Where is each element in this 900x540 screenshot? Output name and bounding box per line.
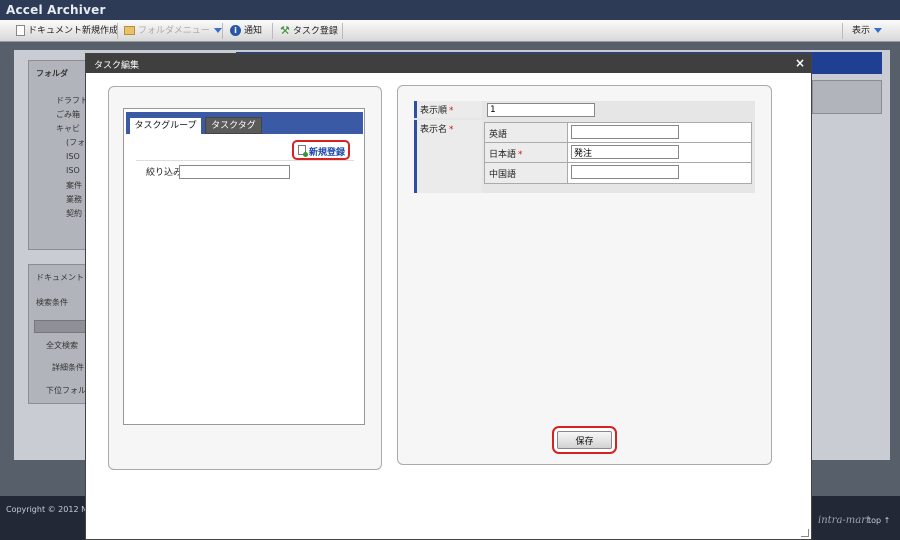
close-icon[interactable]: × [795,56,805,70]
tree-item[interactable]: (フォ [66,137,85,148]
new-document-button[interactable]: ドキュメント新規作成 [16,20,118,42]
tree-item[interactable]: 案件 [66,180,82,191]
document-icon [16,25,25,36]
new-register-label: 新規登録 [309,148,346,158]
dialog-titlebar[interactable]: タスク編集 × [86,54,811,73]
folder-menu-button[interactable]: フォルダメニュー [124,20,222,42]
task-form-panel: 表示順* 表示名* 英語 日本語* 中国語 保存 [397,85,772,465]
brand-logo: intra-mart [818,515,871,526]
display-name-label: 表示名 * [414,120,482,193]
search-input[interactable] [34,320,86,333]
filter-input[interactable] [179,165,290,179]
required-mark: * [449,106,454,116]
chinese-name-input[interactable] [571,165,679,179]
chevron-down-icon [213,28,222,33]
japanese-name-input[interactable] [571,145,679,159]
order-input[interactable] [487,103,595,117]
task-edit-dialog: タスク編集 × タスクグループ タスクタグ 新規登録 絞り込み 表示順* 表示名… [85,53,812,540]
tab-task-tag[interactable]: タスクタグ [205,117,262,134]
tab-task-group[interactable]: タスクグループ [129,117,202,134]
tab-bar: タスクグループ タスクタグ [126,112,363,134]
app-titlebar: Accel Archiver [0,0,900,20]
tree-item[interactable]: ISO [66,166,80,175]
tab-container: タスクグループ タスクタグ 新規登録 絞り込み [123,108,365,425]
tree-item[interactable]: ISO [66,152,80,161]
english-name-input[interactable] [571,125,679,139]
search-conditions-label: 検索条件 [36,298,68,307]
lang-label-chinese: 中国語 [485,163,568,183]
resize-handle[interactable] [801,529,809,537]
required-mark: * [518,150,523,160]
info-icon: i [230,25,241,36]
task-register-button[interactable]: ⚒ タスク登録 [280,20,338,42]
document-panel-header: ドキュメント [36,273,84,282]
save-button[interactable]: 保存 [557,431,612,449]
tree-item[interactable]: ごみ箱 [56,109,80,120]
view-menu-button[interactable]: 表示 [852,20,883,42]
document-panel [28,264,88,404]
dialog-title: タスク編集 [94,61,140,71]
lang-label-japanese: 日本語 * [485,143,568,163]
wrench-icon: ⚒ [280,24,290,37]
order-label: 表示順 * [414,101,482,118]
main-toolbar: ドキュメント新規作成 フォルダメニュー i 通知 ⚒ タスク登録 表示 [0,20,900,42]
fulltext-label[interactable]: 全文検索 [46,340,78,351]
folder-icon [124,26,135,35]
lang-label-english: 英語 [485,123,568,143]
new-register-button[interactable]: 新規登録 [292,140,350,160]
required-mark: * [449,125,454,135]
detail-conditions-button[interactable]: 詳細条件 [52,362,84,373]
save-button-highlight: 保存 [552,426,617,454]
right-panel [812,80,882,114]
task-list-panel: タスクグループ タスクタグ 新規登録 絞り込み [108,86,382,470]
copyright-text: Copyright © 2012 NTT [6,505,97,514]
task-form: 表示順* 表示名* 英語 日本語* 中国語 [414,101,755,193]
notice-button[interactable]: i 通知 [230,20,262,42]
tree-item[interactable]: 業務 [66,194,82,205]
add-document-icon [298,145,308,157]
tree-item[interactable]: 契約 [66,208,82,219]
folder-header: フォルダ [36,69,68,78]
filter-label: 絞り込み [146,168,183,178]
display-name-table: 英語 日本語* 中国語 [484,122,752,184]
top-link[interactable]: top ↑ [868,516,890,525]
app-title: Accel Archiver [6,3,106,17]
chevron-down-icon [874,28,883,33]
tree-item[interactable]: キャビ [56,123,80,134]
tree-item[interactable]: ドラフト [56,95,88,106]
